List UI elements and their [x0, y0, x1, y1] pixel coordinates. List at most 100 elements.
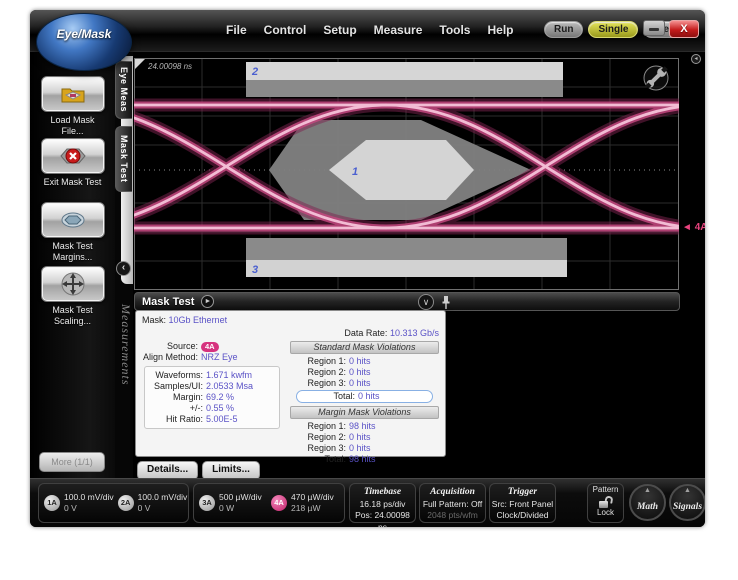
- channel-2a[interactable]: 2A 100.0 mV/div0 V: [118, 492, 188, 514]
- channel-1a[interactable]: 1A 100.0 mV/div0 V: [44, 492, 114, 514]
- signals-label: Signals: [673, 502, 702, 512]
- samples-row: Samples/UI:2.0533 Msa: [147, 381, 277, 392]
- menu-tools[interactable]: Tools: [439, 23, 470, 37]
- mask-test-panel-header[interactable]: Mask Test ► ∨: [134, 292, 680, 311]
- mgn-total-row: Total:98 hits: [288, 454, 441, 465]
- pattern-lock-button[interactable]: Pattern Lock: [587, 483, 624, 523]
- margin-row: Margin:69.2 %: [147, 392, 277, 403]
- page: { "window": { "logo": "Eye/Mask", "close…: [0, 0, 738, 580]
- hit-ratio-row: Hit Ratio:5.00E-5: [147, 414, 277, 425]
- minimize-button[interactable]: [643, 20, 665, 36]
- window-controls: X: [643, 20, 699, 38]
- channel-group-3-4: 3A 500 µW/div0 W 4A 470 µW/div218 µW: [193, 483, 345, 523]
- eye-diagram[interactable]: 2 3 1: [134, 58, 679, 290]
- channel-4a-scale: 470 µW/div: [291, 492, 334, 503]
- acquisition-box[interactable]: Acquisition Full Pattern: Off 2048 pts/w…: [419, 483, 486, 523]
- channel-1a-badge: 1A: [44, 495, 60, 511]
- margin-violations-title: Margin Mask Violations: [290, 406, 439, 419]
- app-logo[interactable]: Eye/Mask: [36, 13, 132, 71]
- standard-violations-title: Standard Mask Violations: [290, 341, 439, 354]
- red-x-icon: [58, 145, 88, 167]
- load-mask-file-label: Load Mask File...: [30, 115, 115, 137]
- signals-up-arrow-icon: ▲: [671, 486, 704, 496]
- collapse-sidebar-icon[interactable]: ‹: [116, 261, 131, 276]
- play-icon[interactable]: ►: [201, 295, 214, 308]
- load-mask-file-button[interactable]: [41, 76, 105, 112]
- mask-region-1-label: 1: [352, 166, 358, 178]
- single-button[interactable]: Single: [588, 21, 638, 38]
- mask-test-margins-label: Mask Test Margins...: [30, 241, 115, 263]
- source-channel-badge: 4A: [201, 342, 219, 352]
- pattern-lock-bottom-label: Lock: [588, 509, 623, 518]
- more-button[interactable]: More (1/1): [39, 452, 105, 472]
- eye-diagram-svg: 2 3 1: [134, 58, 679, 290]
- marker-arrow-icon: ◄: [682, 222, 692, 233]
- mask-name-value: 10Gb Ethernet: [169, 315, 228, 325]
- violations-column: Standard Mask Violations Region 1:0 hits…: [288, 341, 441, 465]
- mgn-region3-row: Region 3:0 hits: [288, 443, 441, 454]
- mgn-region1-row: Region 1:98 hits: [288, 421, 441, 432]
- math-label: Math: [637, 502, 658, 512]
- mask-test-margins-button[interactable]: [41, 202, 105, 238]
- signals-button[interactable]: ▲ Signals: [669, 484, 705, 521]
- scroll-arrow-icon[interactable]: ◂: [691, 54, 701, 64]
- mask-test-scaling-button[interactable]: [41, 266, 105, 302]
- app-window: Eye/Mask File Control Setup Measure Tool…: [30, 10, 705, 527]
- margin-tolerance-row: +/-:0.55 %: [147, 403, 277, 414]
- trigger-source: Src: Front Panel: [490, 499, 555, 510]
- channel-1a-scale: 100.0 mV/div: [64, 492, 114, 503]
- channel-4a-badge: 4A: [271, 495, 287, 511]
- mgn-region2-row: Region 2:0 hits: [288, 432, 441, 443]
- data-rate-value: 10.313 Gb/s: [390, 328, 439, 338]
- source-row: Source:4A: [136, 341, 286, 352]
- close-button[interactable]: X: [669, 20, 699, 38]
- menu-setup[interactable]: Setup: [323, 23, 356, 37]
- collapse-panel-icon[interactable]: ∨: [418, 294, 434, 310]
- menu-measure[interactable]: Measure: [374, 23, 423, 37]
- mask-region-2-label: 2: [251, 66, 258, 78]
- timebase-title: Timebase: [350, 486, 415, 499]
- acquisition-full-pattern: Full Pattern: Off: [420, 499, 485, 510]
- menu-control[interactable]: Control: [264, 23, 307, 37]
- exit-mask-test-button[interactable]: [41, 138, 105, 174]
- trigger-box[interactable]: Trigger Src: Front Panel Clock/Divided: [489, 483, 556, 523]
- pin-icon[interactable]: [441, 295, 451, 310]
- mask-region-2: 2: [246, 62, 563, 97]
- math-up-arrow-icon: ▲: [631, 486, 664, 496]
- acquisition-points: 2048 pts/wfm: [420, 510, 485, 521]
- trigger-mode: Clock/Divided: [490, 510, 555, 521]
- channel-3a[interactable]: 3A 500 µW/div0 W: [199, 492, 267, 514]
- mask-region-3-label: 3: [252, 264, 258, 276]
- run-button[interactable]: Run: [544, 21, 583, 38]
- data-rate-row: Data Rate: 10.313 Gb/s: [344, 328, 439, 338]
- timebase-scale: 16.18 ps/div: [350, 499, 415, 510]
- mask-region-3: 3: [246, 238, 567, 277]
- waveforms-row: Waveforms:1.671 kwfm: [147, 370, 277, 381]
- four-way-arrows-icon: [60, 271, 86, 297]
- std-total-row[interactable]: Total:0 hits: [296, 390, 433, 403]
- tab-eye-meas[interactable]: Eye Meas: [115, 61, 132, 119]
- channel-3a-offset: 0 W: [219, 503, 262, 514]
- measurements-rail-label: Measurements: [118, 304, 133, 386]
- math-button[interactable]: ▲ Math: [629, 484, 666, 521]
- timebase-box[interactable]: Timebase 16.18 ps/div Pos: 24.00098 ns: [349, 483, 416, 523]
- align-method-row: Align Method:NRZ Eye: [136, 352, 286, 363]
- app-logo-label: Eye/Mask: [57, 27, 112, 41]
- waveform-display: ◂ 2 3: [133, 52, 705, 478]
- channel-2a-scale: 100.0 mV/div: [138, 492, 188, 503]
- std-region3-row: Region 3:0 hits: [288, 378, 441, 389]
- mask-test-panel: Mask: 10Gb Ethernet Data Rate: 10.313 Gb…: [135, 310, 446, 457]
- channel-4a[interactable]: 4A 470 µW/div218 µW: [271, 492, 339, 514]
- mask-test-panel-title: Mask Test: [142, 296, 194, 308]
- position-readout: 24.00098 ns: [135, 59, 192, 71]
- std-region1-row: Region 1:0 hits: [288, 356, 441, 367]
- eye-margin-icon: [58, 209, 88, 231]
- tab-mask-test[interactable]: Mask Test: [115, 126, 132, 192]
- std-region2-row: Region 2:0 hits: [288, 367, 441, 378]
- menu-help[interactable]: Help: [487, 23, 513, 37]
- acquisition-title: Acquisition: [420, 486, 485, 499]
- channel-group-1-2: 1A 100.0 mV/div0 V 2A 100.0 mV/div0 V: [38, 483, 189, 523]
- channel-marker-4a: ◄ 4A: [682, 222, 705, 233]
- channel-2a-badge: 2A: [118, 495, 134, 511]
- menu-file[interactable]: File: [226, 23, 247, 37]
